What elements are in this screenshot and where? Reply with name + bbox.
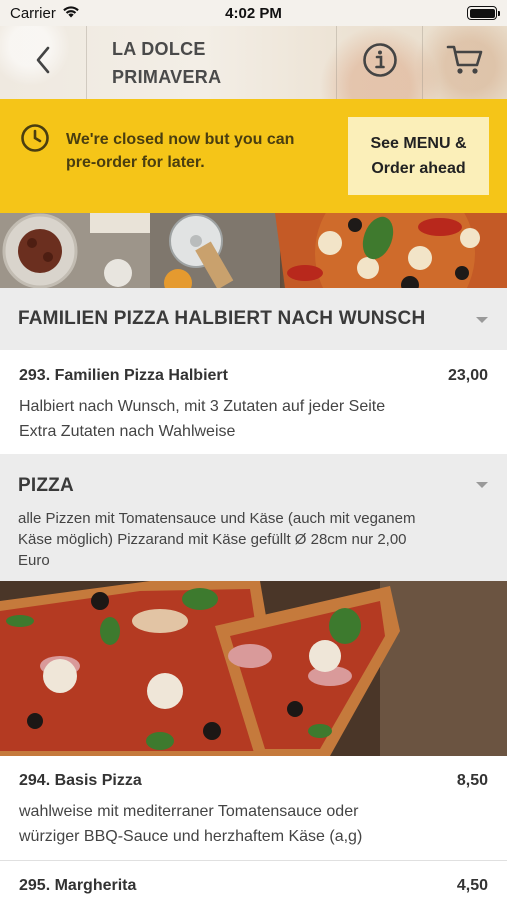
menu-item[interactable]: 295. Margherita 4,50 bbox=[0, 861, 507, 900]
category-description-line1: alle Pizzen mit Tomatensauce und Käse (a… bbox=[18, 510, 416, 527]
category-description: alle Pizzen mit Tomatensauce und Käse (a… bbox=[18, 508, 488, 571]
battery-icon bbox=[467, 6, 500, 20]
cart-icon bbox=[446, 44, 484, 81]
item-name: 295. Margherita bbox=[19, 877, 137, 894]
triangle-down-icon bbox=[476, 482, 488, 488]
item-description-line1: wahlweise mit mediterraner Tomatensauce … bbox=[19, 803, 359, 820]
category-description-line3: Euro bbox=[18, 552, 50, 569]
see-menu-order-ahead-button[interactable]: See MENU & Order ahead bbox=[348, 117, 489, 195]
category-title: PIZZA bbox=[18, 475, 74, 496]
cart-button[interactable] bbox=[423, 26, 507, 99]
category-header[interactable]: PIZZA alle Pizzen mit Tomatensauce und K… bbox=[0, 454, 507, 581]
status-bar: Carrier 4:02 PM bbox=[0, 0, 507, 26]
item-description-line1: Halbiert nach Wunsch, mit 3 Zutaten auf … bbox=[19, 398, 386, 415]
carrier-label: Carrier bbox=[10, 4, 56, 22]
restaurant-title: LA DOLCE PRIMAVERA bbox=[87, 26, 337, 99]
closed-message-line2: pre-order for later. bbox=[66, 154, 205, 171]
item-description: wahlweise mit mediterraner Tomatensauce … bbox=[19, 799, 479, 849]
item-description-line2: Extra Zutaten nach Wahlweise bbox=[19, 423, 236, 440]
preorder-button-line1: See MENU & bbox=[370, 135, 467, 152]
back-button[interactable] bbox=[0, 26, 87, 99]
status-left: Carrier bbox=[10, 5, 80, 22]
triangle-down-icon bbox=[476, 317, 488, 323]
info-button[interactable] bbox=[337, 26, 423, 99]
clock-icon bbox=[20, 123, 50, 158]
category-image bbox=[0, 581, 507, 756]
menu-item[interactable]: 294. Basis Pizza 8,50 wahlweise mit medi… bbox=[0, 756, 507, 860]
item-price: 23,00 bbox=[447, 367, 488, 384]
menu-item[interactable]: 293. Familien Pizza Halbiert 23,00 Halbi… bbox=[0, 350, 507, 454]
item-description: Halbiert nach Wunsch, mit 3 Zutaten auf … bbox=[19, 394, 479, 444]
category-header[interactable]: FAMILIEN PIZZA HALBIERT NACH WUNSCH bbox=[0, 288, 507, 350]
category-title: FAMILIEN PIZZA HALBIERT NACH WUNSCH bbox=[18, 308, 426, 329]
preorder-button-line2: Order ahead bbox=[371, 160, 466, 177]
item-name: 294. Basis Pizza bbox=[19, 772, 142, 789]
hero-image bbox=[0, 213, 507, 288]
category-description-line2: Käse möglich) Pizzarand mit Käse gefüllt… bbox=[18, 531, 407, 548]
wifi-icon bbox=[62, 5, 80, 22]
closed-message: We're closed now but you can pre-order f… bbox=[66, 128, 336, 174]
closed-message-line1: We're closed now but you can bbox=[66, 131, 295, 148]
restaurant-title-line2: PRIMAVERA bbox=[112, 66, 222, 87]
item-name: 293. Familien Pizza Halbiert bbox=[19, 367, 228, 384]
info-icon bbox=[362, 42, 398, 83]
nav-bar: LA DOLCE PRIMAVERA bbox=[0, 26, 507, 99]
item-description-line2: würziger BBQ-Sauce und herzhaftem Käse (… bbox=[19, 828, 363, 845]
item-price: 8,50 bbox=[456, 772, 488, 789]
item-price: 4,50 bbox=[456, 877, 488, 894]
chevron-left-icon bbox=[35, 46, 51, 79]
restaurant-title-line1: LA DOLCE bbox=[112, 38, 206, 59]
closed-banner: We're closed now but you can pre-order f… bbox=[0, 99, 507, 213]
